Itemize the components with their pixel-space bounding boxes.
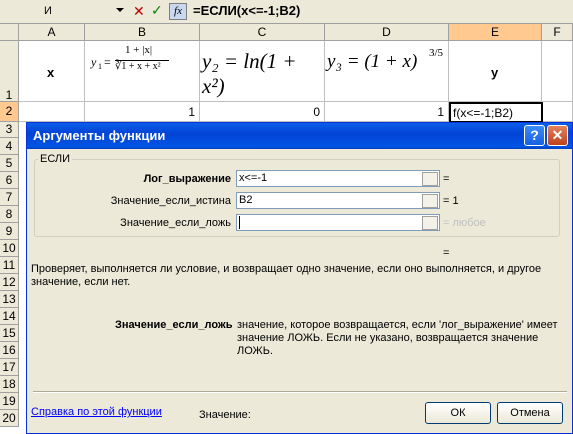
function-arguments-dialog: Аргументы функции ? ✕ ЕСЛИ Лог_выражение… xyxy=(26,122,573,434)
row-header-12[interactable]: 12 xyxy=(0,274,19,291)
row-header-4[interactable]: 4 xyxy=(0,138,19,155)
cell-e1-text: y xyxy=(491,65,499,80)
cell-f2[interactable] xyxy=(543,102,573,122)
cell-a1[interactable]: x xyxy=(19,41,85,102)
column-header-c[interactable]: C xyxy=(200,24,325,41)
row-header-2[interactable]: 2 xyxy=(0,102,19,122)
cancel-formula-icon[interactable]: ✕ xyxy=(133,4,145,20)
formula-y3: y₃ = (1 + x) xyxy=(327,51,418,72)
formula-result: = xyxy=(443,247,450,259)
cell-b2[interactable]: 1 xyxy=(85,102,200,122)
collapse-dialog-icon[interactable] xyxy=(422,216,438,230)
row-header-8[interactable]: 8 xyxy=(0,206,19,223)
cell-c1[interactable]: y₂ = ln(1 + x²) xyxy=(200,41,325,102)
arg-help-name: Значение_если_ложь xyxy=(115,319,233,331)
function-name-label: ЕСЛИ xyxy=(38,153,73,165)
arg-label-value-if-true: Значение_если_истина xyxy=(110,195,231,207)
formula-bar: И ✕ ✓ fx =ЕСЛИ(x<=-1;B2) xyxy=(0,0,573,24)
column-header-b[interactable]: B xyxy=(85,24,200,41)
column-header-d[interactable]: D xyxy=(325,24,449,41)
row-header-7[interactable]: 7 xyxy=(0,189,19,206)
row-header-5[interactable]: 5 xyxy=(0,155,19,172)
row-header-1[interactable]: 1 xyxy=(0,41,19,102)
cell-a1-text: x xyxy=(47,65,55,80)
arg-result-value-if-true: = 1 xyxy=(443,195,459,207)
row-header-19[interactable]: 19 xyxy=(0,393,19,410)
formula-input[interactable]: =ЕСЛИ(x<=-1;B2) xyxy=(193,3,300,18)
row-header-14[interactable]: 14 xyxy=(0,308,19,325)
function-description: Проверяет, выполняется ли условие, и воз… xyxy=(31,263,542,288)
help-on-function-link[interactable]: Справка по этой функции xyxy=(31,406,162,418)
dialog-title: Аргументы функции xyxy=(33,128,166,143)
cell-b1[interactable]: y 1 = 1 + |x| ∛1 + x + x² xyxy=(85,41,200,102)
arg-input-value-if-false[interactable] xyxy=(236,214,440,231)
y1-denominator: ∛1 + x + x² xyxy=(115,61,161,72)
column-header-a[interactable]: A xyxy=(19,24,85,41)
row-header-9[interactable]: 9 xyxy=(0,223,19,240)
row-header-18[interactable]: 18 xyxy=(0,376,19,393)
row-header-6[interactable]: 6 xyxy=(0,172,19,189)
cell-e1[interactable]: y xyxy=(449,41,542,102)
y1-equals: = xyxy=(104,55,111,69)
enter-formula-icon[interactable]: ✓ xyxy=(151,3,163,19)
cell-e2[interactable]: f(x<=-1;B2) xyxy=(449,102,543,123)
text-cursor xyxy=(239,216,240,229)
row-header-3[interactable]: 3 xyxy=(0,122,19,138)
arg-help-text: значение, которое возвращается, если 'ло… xyxy=(237,319,558,357)
cell-f1[interactable] xyxy=(542,41,573,102)
row-header-11[interactable]: 11 xyxy=(0,257,19,274)
formula-y2: y₂ = ln(1 + x²) xyxy=(202,49,297,98)
dialog-titlebar[interactable]: Аргументы функции ? ✕ xyxy=(27,123,572,149)
arg-input-logical-test[interactable]: x<=-1 xyxy=(236,170,440,187)
row-header-17[interactable]: 17 xyxy=(0,359,19,376)
insert-function-button[interactable]: fx xyxy=(169,3,187,20)
value-label: Значение: xyxy=(199,409,251,421)
close-icon[interactable]: ✕ xyxy=(547,125,568,146)
row-header-16[interactable]: 16 xyxy=(0,342,19,359)
help-icon[interactable]: ? xyxy=(524,125,545,146)
row-header-15[interactable]: 15 xyxy=(0,325,19,342)
cell-c2[interactable]: 0 xyxy=(200,102,325,122)
arg-label-value-if-false: Значение_если_ложь xyxy=(120,217,231,229)
collapse-dialog-icon[interactable] xyxy=(422,172,438,186)
dialog-separator xyxy=(33,391,567,393)
arg-input-value-if-true[interactable]: B2 xyxy=(236,192,440,209)
y1-numerator: 1 + |x| xyxy=(125,44,153,56)
column-header-e[interactable]: E xyxy=(449,24,542,41)
formula-y3-exponent: 3/5 xyxy=(429,47,444,59)
row-header-10[interactable]: 10 xyxy=(0,240,19,257)
arg-result-value-if-false: = любое xyxy=(443,217,486,229)
select-all-corner[interactable] xyxy=(0,24,19,41)
name-box[interactable]: И xyxy=(0,2,112,21)
cell-d2[interactable]: 1 xyxy=(325,102,449,122)
y1-subscript: 1 xyxy=(98,62,102,71)
row-header-20[interactable]: 20 xyxy=(0,410,19,427)
arg-label-logical-test: Лог_выражение xyxy=(143,173,231,185)
cell-a2[interactable] xyxy=(19,102,85,122)
cell-d1[interactable]: y₃ = (1 + x) 3/5 xyxy=(325,41,449,102)
row-header-13[interactable]: 13 xyxy=(0,291,19,308)
column-header-f[interactable]: F xyxy=(542,24,573,41)
y1-lhs: y xyxy=(91,55,97,69)
name-box-dropdown-icon[interactable] xyxy=(116,8,124,12)
arg-result-logical-test: = xyxy=(443,173,450,185)
ok-button[interactable]: ОК xyxy=(425,402,491,424)
collapse-dialog-icon[interactable] xyxy=(422,194,438,208)
cancel-button[interactable]: Отмена xyxy=(497,402,563,424)
